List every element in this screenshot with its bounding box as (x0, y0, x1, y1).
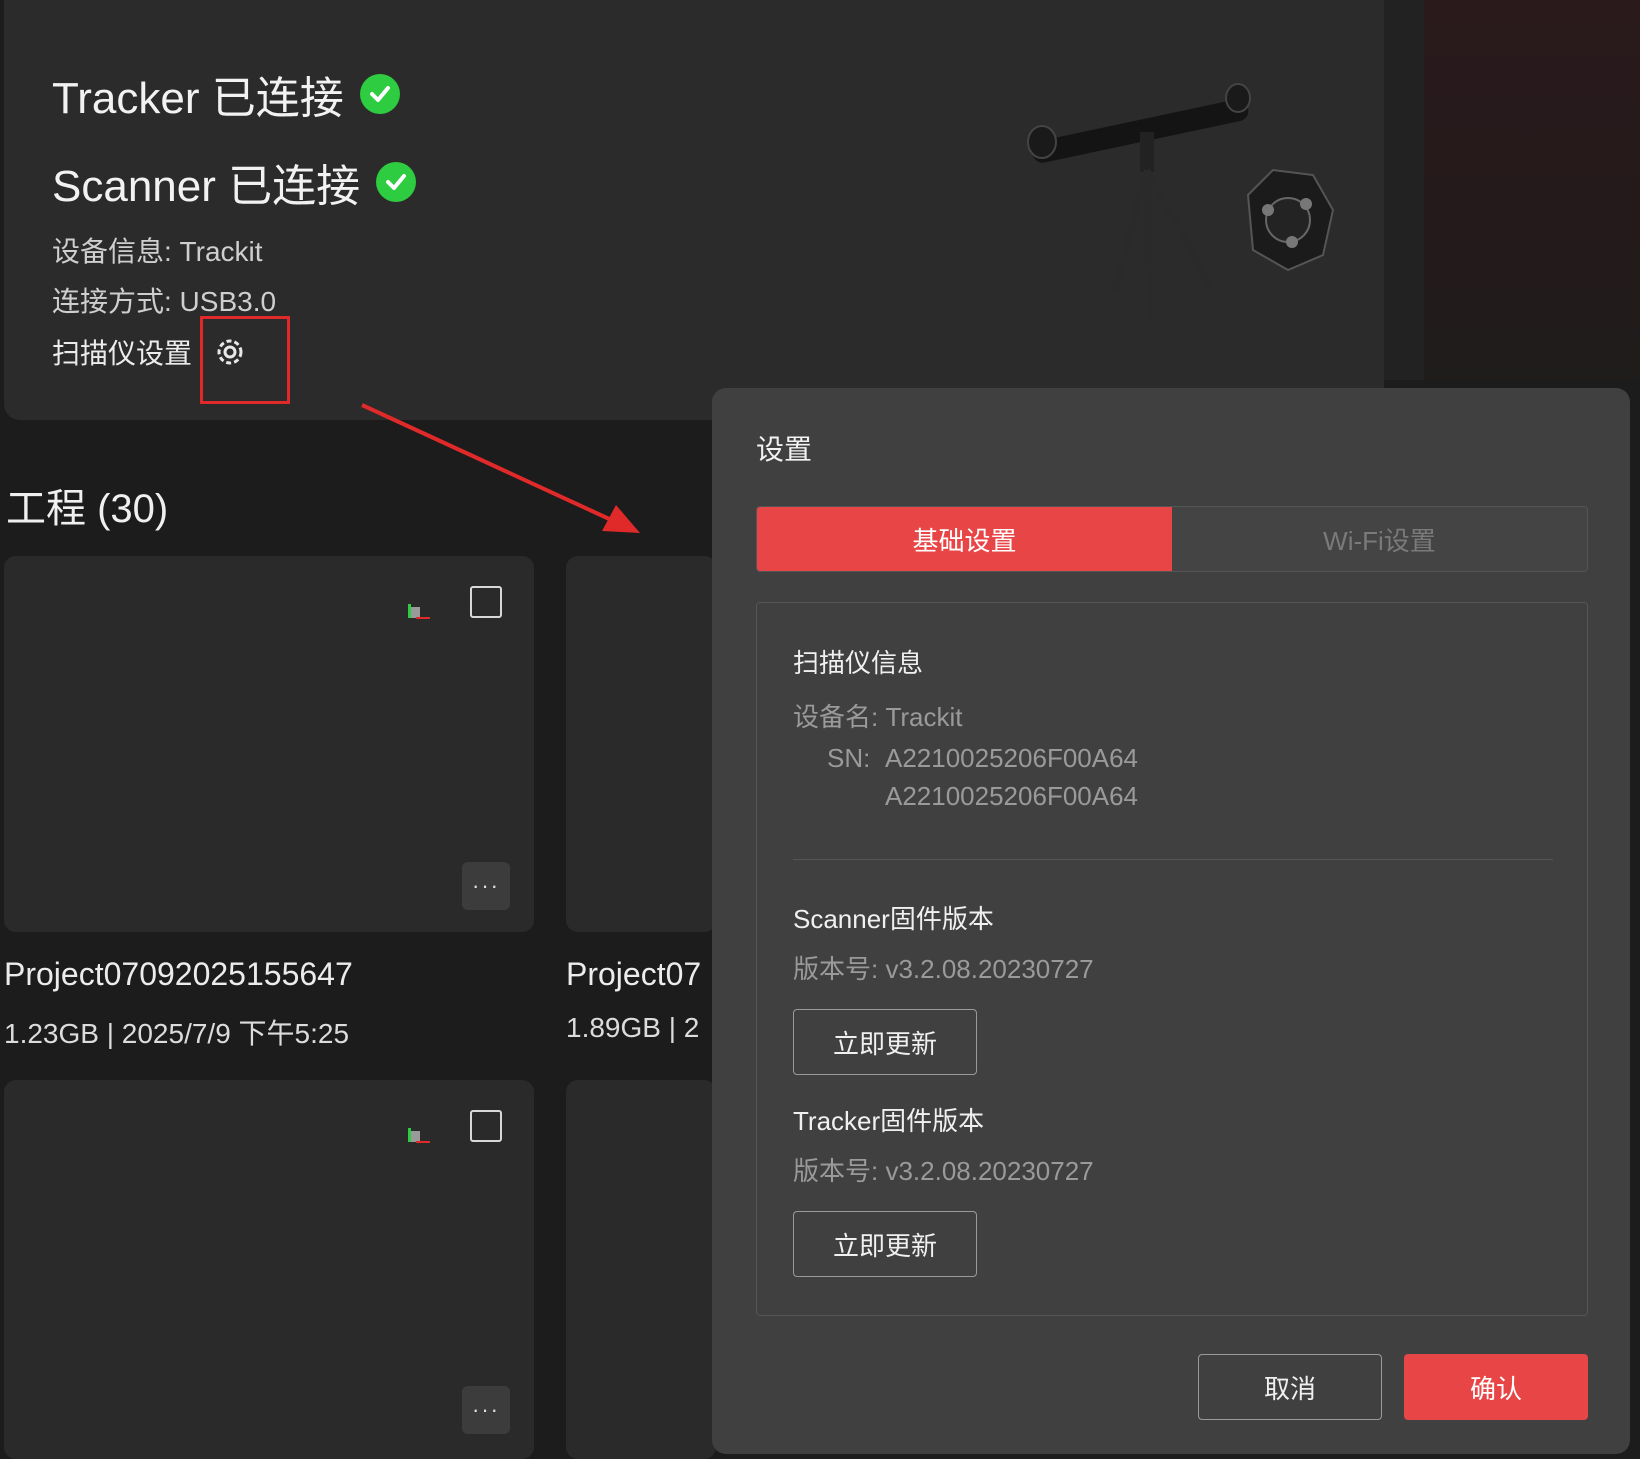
scanner-settings-entry: 扫描仪设置 (52, 332, 248, 372)
scanner-firmware-title: Scanner固件版本 (793, 904, 994, 934)
scanner-firmware-version: 版本号: v3.2.08.20230727 (793, 954, 1094, 984)
more-options-button[interactable]: ··· (462, 1386, 510, 1434)
project-card[interactable] (566, 1080, 716, 1459)
settings-tabs: 基础设置 Wi-Fi设置 (756, 506, 1588, 572)
model-thumbnail-icon (408, 1128, 430, 1143)
device-name: 设备名: Trackit (793, 702, 963, 732)
scanner-update-button[interactable]: 立即更新 (793, 1009, 977, 1075)
background-edge (1424, 0, 1640, 380)
cancel-button[interactable]: 取消 (1198, 1354, 1382, 1420)
settings-dialog: 设置 基础设置 Wi-Fi设置 扫描仪信息 设备名: Trackit SN: A… (712, 388, 1630, 1454)
device-illustration (1027, 83, 1335, 321)
gear-icon[interactable] (212, 334, 248, 370)
scanner-settings-label: 扫描仪设置 (52, 338, 193, 369)
dialog-title: 设置 (756, 434, 813, 465)
confirm-button[interactable]: 确认 (1404, 1354, 1588, 1420)
more-options-button[interactable]: ··· (462, 862, 510, 910)
tab-basic-settings[interactable]: 基础设置 (757, 507, 1172, 571)
scanner-info-title: 扫描仪信息 (793, 648, 924, 678)
settings-panel: 扫描仪信息 设备名: Trackit SN: A2210025206F00A64… (756, 602, 1588, 1316)
project-card[interactable] (566, 556, 716, 932)
project-name: Project07 (566, 956, 702, 992)
device-info: 设备信息: Trackit (52, 236, 263, 267)
check-circle-icon (359, 74, 400, 114)
tracker-status: Tracker 已连接 (52, 62, 400, 126)
tracker-firmware-version: 版本号: v3.2.08.20230727 (793, 1156, 1094, 1186)
project-card[interactable]: ··· (4, 1080, 534, 1459)
sn-value: A2210025206F00A64 (885, 743, 1139, 773)
projects-title: 工程 (30) (6, 487, 169, 531)
project-name: Project07092025155647 (4, 956, 353, 992)
side-strip (1384, 0, 1424, 380)
scanner-status-text: Scanner 已连接 (52, 162, 361, 211)
project-checkbox[interactable] (470, 586, 502, 618)
scanner-status: Scanner 已连接 (52, 150, 417, 214)
project-checkbox[interactable] (470, 1110, 502, 1142)
connection-info: 连接方式: USB3.0 (52, 286, 277, 317)
check-circle-icon (376, 162, 417, 202)
project-meta: 1.89GB | 2 (566, 1012, 700, 1043)
sn-value: A2210025206F00A64 (885, 781, 1139, 811)
annotation-arrow-icon (361, 403, 640, 533)
project-card[interactable]: ··· (4, 556, 534, 932)
tab-wifi-settings[interactable]: Wi-Fi设置 (1172, 507, 1587, 571)
tracker-firmware-title: Tracker固件版本 (793, 1106, 985, 1136)
model-thumbnail-icon (408, 604, 430, 619)
divider (793, 859, 1553, 860)
tracker-update-button[interactable]: 立即更新 (793, 1211, 977, 1277)
project-meta: 1.23GB | 2025/7/9 下午5:25 (4, 1018, 350, 1049)
sn-label: SN: (827, 743, 871, 773)
tracker-status-text: Tracker 已连接 (52, 74, 344, 123)
